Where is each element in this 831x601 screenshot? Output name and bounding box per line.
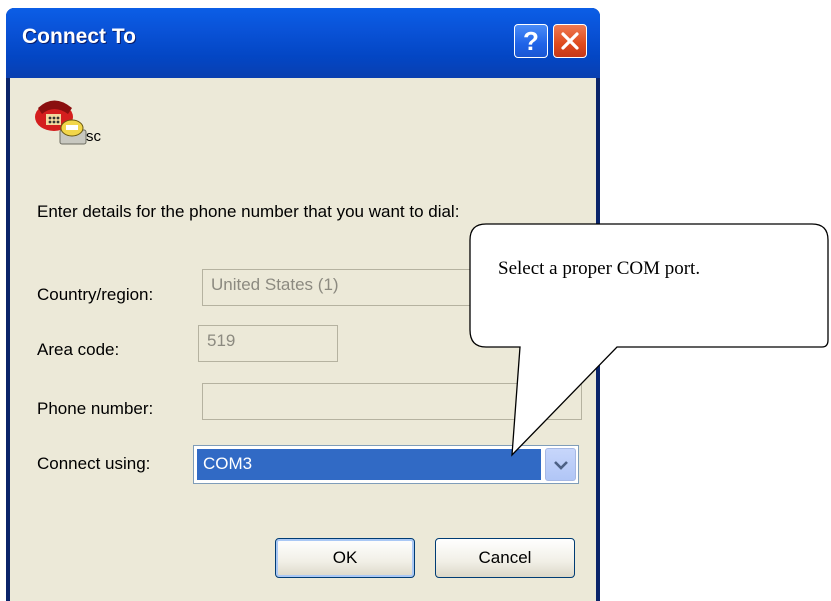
- callout-bubble: [469, 223, 829, 457]
- callout-text: Select a proper COM port.: [498, 258, 701, 279]
